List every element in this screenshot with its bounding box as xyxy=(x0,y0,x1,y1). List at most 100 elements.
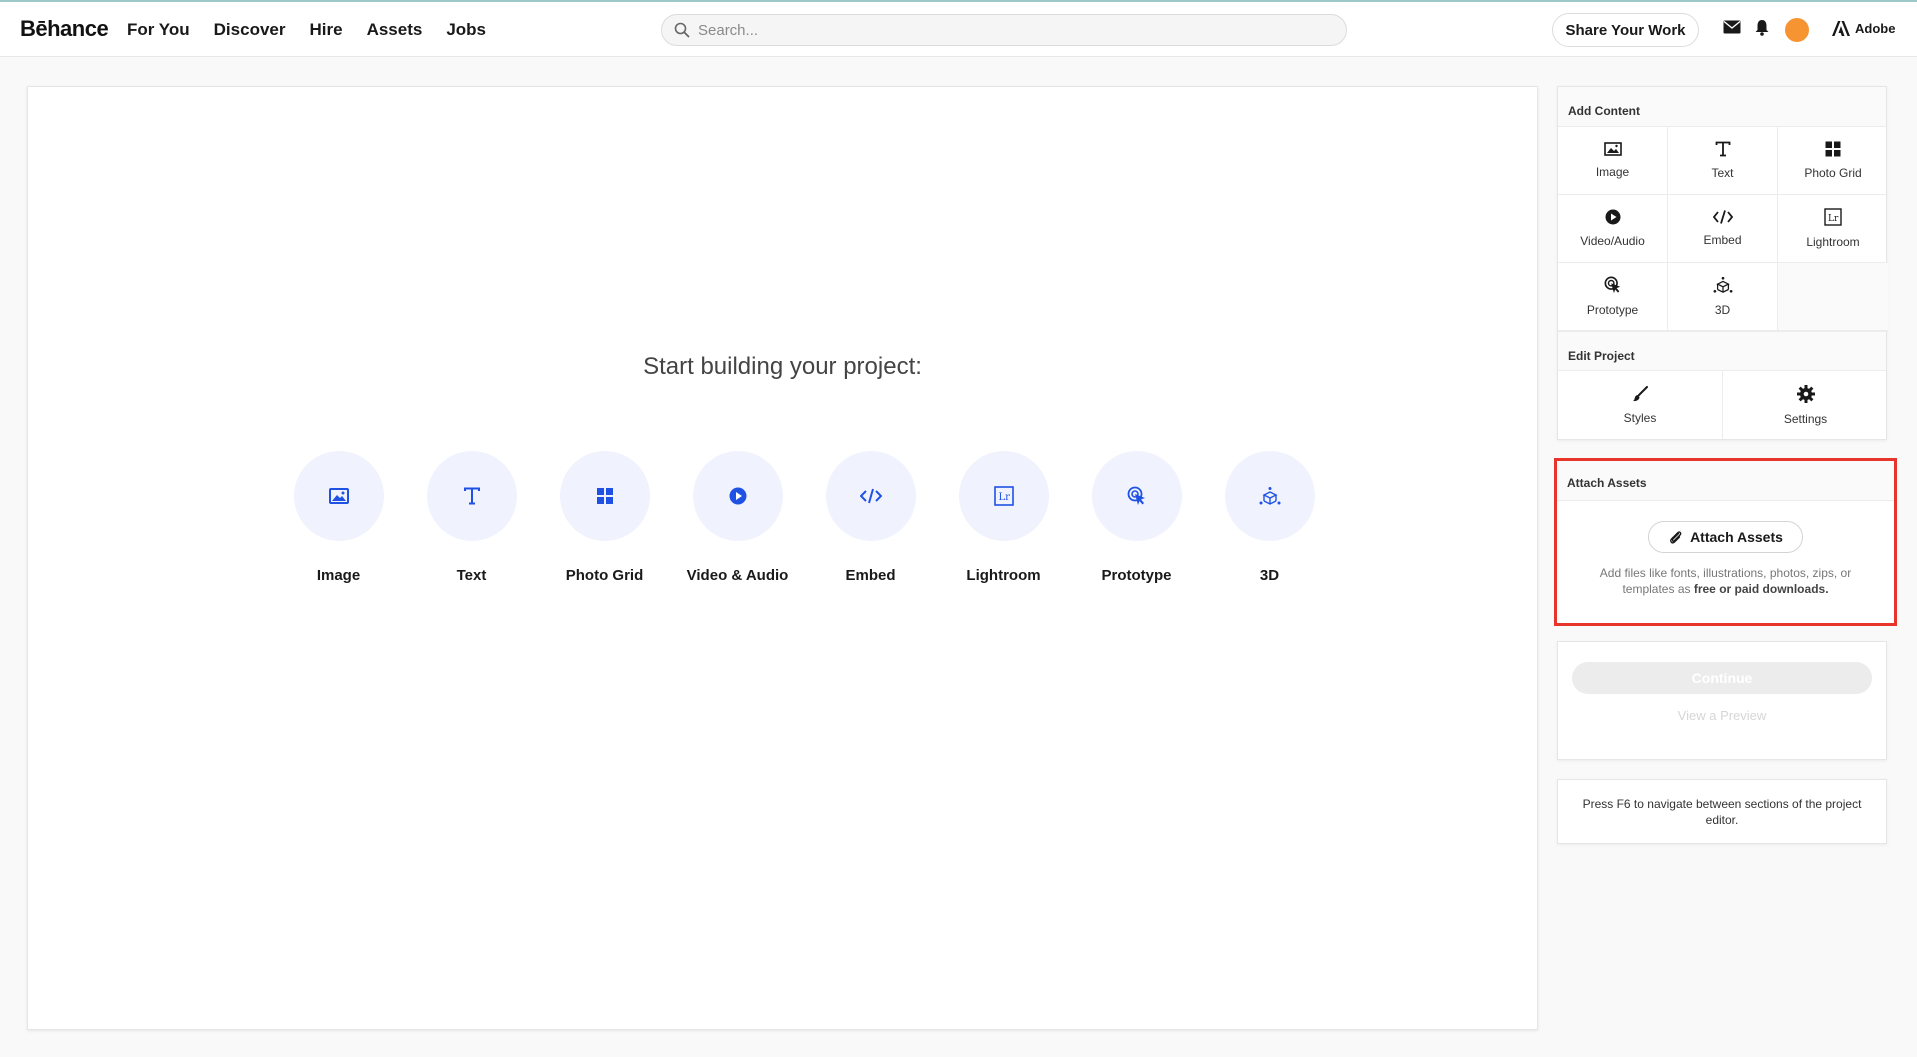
prototype-icon xyxy=(1604,276,1620,294)
tile-label: Lightroom xyxy=(966,567,1041,584)
tile-label: Text xyxy=(456,567,487,584)
tile-image[interactable]: Image xyxy=(272,451,405,584)
tile-lightroom-circle[interactable]: Lr xyxy=(958,451,1049,541)
cell-label: Styles xyxy=(1623,410,1657,425)
svg-text:Lr: Lr xyxy=(998,492,1010,503)
tile-label: Prototype xyxy=(1101,567,1172,584)
cell-label: Photo Grid xyxy=(1804,166,1862,180)
cell-label: Settings xyxy=(1783,411,1828,426)
tile-video-audio-circle[interactable] xyxy=(692,451,783,541)
attach-assets-label: Attach Assets xyxy=(1690,529,1783,545)
gear-icon xyxy=(1796,384,1815,403)
empty-cell xyxy=(1778,263,1888,331)
add-photo-grid-button[interactable]: Photo Grid xyxy=(1778,127,1888,195)
search-input[interactable] xyxy=(698,21,1318,39)
share-your-work-button[interactable]: Share Your Work xyxy=(1552,13,1699,47)
content-type-tiles: Image Text Photo Grid Video & Audio Embe… xyxy=(272,451,1336,584)
tile-label: Image xyxy=(316,567,361,584)
add-prototype-button[interactable]: Prototype xyxy=(1558,263,1668,331)
f6-note-panel: Press F6 to navigate between sections of… xyxy=(1557,779,1887,844)
image-icon xyxy=(1603,142,1622,156)
avatar[interactable] xyxy=(1785,18,1809,42)
add-3d-button[interactable]: 3D xyxy=(1668,263,1778,331)
tile-text-circle[interactable] xyxy=(426,451,517,541)
3d-icon xyxy=(1713,276,1732,293)
add-text-button[interactable]: Text xyxy=(1668,127,1778,195)
project-canvas: Start building your project: Image Text xyxy=(27,86,1538,1030)
image-icon xyxy=(328,488,349,504)
tile-label: Embed xyxy=(845,567,896,584)
brush-icon xyxy=(1633,385,1648,401)
text-icon xyxy=(463,487,480,505)
add-content-grid: Image Text Photo Grid Video/Audio Embed … xyxy=(1558,127,1888,331)
tile-photo-grid-circle[interactable] xyxy=(559,451,650,541)
continue-panel: Continue View a Preview xyxy=(1557,641,1887,760)
tile-label: Photo Grid xyxy=(565,567,644,584)
lightroom-icon: Lr xyxy=(993,486,1014,506)
add-lightroom-button[interactable]: Lr Lightroom xyxy=(1778,195,1888,263)
view-preview-link[interactable]: View a Preview xyxy=(1558,708,1886,723)
adobe-label: Adobe xyxy=(1855,21,1896,36)
cell-label: Prototype xyxy=(1586,303,1639,317)
nav-discover[interactable]: Discover xyxy=(214,20,286,40)
behance-logo[interactable]: Bēhance xyxy=(20,16,109,42)
tile-3d-circle[interactable] xyxy=(1224,451,1315,541)
tile-lightroom[interactable]: Lr Lightroom xyxy=(937,451,1070,584)
tile-prototype[interactable]: Prototype xyxy=(1070,451,1203,584)
tile-label: Video & Audio xyxy=(686,567,789,584)
cell-label: Lightroom xyxy=(1806,235,1860,249)
tile-label: 3D xyxy=(1259,567,1280,584)
attach-assets-title: Attach Assets xyxy=(1557,461,1894,501)
text-icon xyxy=(1715,141,1730,157)
add-video-audio-button[interactable]: Video/Audio xyxy=(1558,195,1668,263)
adobe-link[interactable]: Adobe xyxy=(1832,21,1895,36)
settings-button[interactable]: Settings xyxy=(1723,371,1888,439)
nav-jobs[interactable]: Jobs xyxy=(446,20,486,40)
add-embed-button[interactable]: Embed xyxy=(1668,195,1778,263)
add-image-button[interactable]: Image xyxy=(1558,127,1668,195)
tile-image-circle[interactable] xyxy=(293,451,384,541)
canvas-title: Start building your project: xyxy=(643,353,922,380)
tile-embed[interactable]: Embed xyxy=(804,451,937,584)
main-nav: For You Discover Hire Assets Jobs xyxy=(127,20,486,40)
embed-icon xyxy=(1712,210,1733,224)
nav-hire[interactable]: Hire xyxy=(309,20,342,40)
tile-text[interactable]: Text xyxy=(405,451,538,584)
f6-navigation-note: Press F6 to navigate between sections of… xyxy=(1582,797,1862,827)
tile-video-audio[interactable]: Video & Audio xyxy=(671,451,804,584)
cell-label: Text xyxy=(1711,166,1734,180)
bell-icon[interactable] xyxy=(1755,19,1769,36)
add-content-panel: Add Content Image Text Photo Grid Video/… xyxy=(1557,86,1888,440)
tile-prototype-circle[interactable] xyxy=(1091,451,1182,541)
tile-embed-circle[interactable] xyxy=(825,451,916,541)
search-bar[interactable] xyxy=(661,14,1347,46)
styles-button[interactable]: Styles xyxy=(1558,371,1723,439)
cell-label: Video/Audio xyxy=(1580,234,1645,248)
lightroom-icon: Lr xyxy=(1824,208,1842,226)
nav-assets[interactable]: Assets xyxy=(367,20,423,40)
top-header: Bēhance For You Discover Hire Assets Job… xyxy=(0,2,1917,57)
cell-label: 3D xyxy=(1714,303,1731,317)
edit-project-grid: Styles Settings xyxy=(1558,371,1886,439)
mail-icon[interactable] xyxy=(1723,20,1741,34)
nav-for-you[interactable]: For You xyxy=(127,20,190,40)
cell-label: Embed xyxy=(1703,233,1742,247)
embed-icon xyxy=(859,488,882,504)
attach-assets-panel: Attach Assets Attach Assets Add files li… xyxy=(1557,461,1894,623)
search-icon xyxy=(674,22,690,38)
edit-project-title: Edit Project xyxy=(1558,331,1886,371)
cell-label: Image xyxy=(1595,165,1630,179)
attach-assets-highlight: Attach Assets Attach Assets Add files li… xyxy=(1554,458,1897,626)
paperclip-icon xyxy=(1670,531,1682,544)
tile-3d[interactable]: 3D xyxy=(1203,451,1336,584)
add-content-title: Add Content xyxy=(1558,87,1886,127)
svg-text:Lr: Lr xyxy=(1828,214,1839,224)
3d-icon xyxy=(1259,487,1280,505)
attach-assets-button[interactable]: Attach Assets xyxy=(1648,521,1803,553)
prototype-icon xyxy=(1127,486,1145,505)
tile-photo-grid[interactable]: Photo Grid xyxy=(538,451,671,584)
attach-assets-description: Add files like fonts, illustrations, pho… xyxy=(1557,565,1894,597)
continue-button[interactable]: Continue xyxy=(1572,662,1872,694)
play-icon xyxy=(1605,209,1620,225)
photo-grid-icon xyxy=(1825,141,1841,157)
